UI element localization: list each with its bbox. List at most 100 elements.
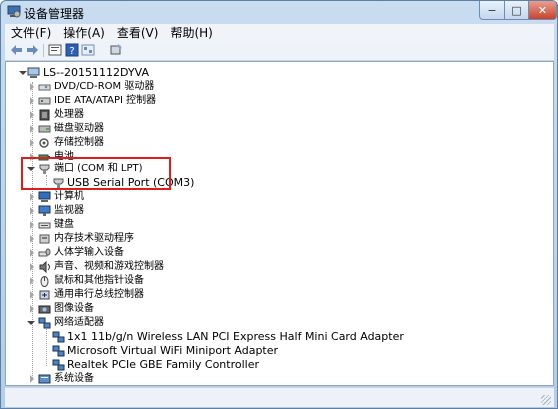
- keyboard-icon: [38, 222, 51, 229]
- expand-arrow-icon[interactable]: [30, 263, 34, 271]
- expand-arrow-icon[interactable]: [30, 305, 34, 313]
- resize-grip-icon[interactable]: [541, 395, 551, 405]
- ide-controller-icon: [38, 97, 51, 105]
- tree-item-monitor[interactable]: 监视器: [6, 204, 546, 218]
- hid-icon: [38, 248, 51, 257]
- menu-file[interactable]: 文件(F): [5, 24, 57, 42]
- tree-item-keyboard[interactable]: 键盘: [6, 218, 546, 232]
- mouse-icon: [40, 276, 49, 287]
- expand-arrow-icon[interactable]: [30, 221, 34, 229]
- expand-arrow-icon[interactable]: [30, 111, 34, 119]
- camera-icon: [38, 305, 51, 314]
- tree-item-label: 鼠标和其他指针设备: [54, 275, 144, 286]
- window-title: 设备管理器: [24, 7, 85, 21]
- collapse-arrow-icon[interactable]: [19, 71, 27, 75]
- menu-help[interactable]: 帮助(H): [164, 24, 218, 42]
- network-adapter-icon: [38, 317, 51, 329]
- tree-item-label: 声音、视频和游戏控制器: [54, 261, 164, 272]
- tree-item-label: 图像设备: [54, 303, 94, 314]
- help-icon[interactable]: ?: [65, 43, 79, 57]
- tree-item-label: 内存技术驱动程序: [54, 233, 134, 244]
- expand-arrow-icon[interactable]: [30, 291, 34, 299]
- properties-icon[interactable]: [48, 43, 62, 57]
- computer-name: LS--20151112DYVA: [43, 66, 149, 79]
- storage-controller-icon: [39, 138, 49, 148]
- tree-item-label: 处理器: [54, 109, 84, 120]
- show-hidden-icon[interactable]: [81, 43, 95, 57]
- back-icon[interactable]: [10, 43, 24, 57]
- expand-arrow-icon[interactable]: [30, 207, 34, 215]
- tree-item-processor[interactable]: 处理器: [6, 108, 546, 122]
- tree-item-dvd[interactable]: DVD/CD-ROM 驱动器: [6, 80, 546, 94]
- device-tree-panel[interactable]: LS--20151112DYVA DVD/CD-ROM 驱动器 IDE ATA/…: [5, 61, 554, 386]
- processor-icon: [39, 109, 50, 121]
- dvd-drive-icon: [38, 84, 51, 91]
- tree-item-system[interactable]: 系统设备: [6, 372, 546, 386]
- monitor-icon: [38, 205, 51, 216]
- disk-drive-icon: [38, 125, 51, 133]
- tree-item-imaging[interactable]: 图像设备: [6, 302, 546, 316]
- tree-item-wireless-adapter[interactable]: 1x1 11b/g/n Wireless LAN PCI Express Hal…: [6, 330, 546, 344]
- tree-item-sound[interactable]: 声音、视频和游戏控制器: [6, 260, 546, 274]
- tree-item-label: 键盘: [54, 219, 74, 230]
- tree-item-label: 系统设备: [54, 373, 94, 384]
- device-label: Realtek PCIe GBE Family Controller: [67, 358, 260, 371]
- memory-card-icon: [39, 234, 50, 244]
- tree-item-virtual-wifi[interactable]: Microsoft Virtual WiFi Miniport Adapter: [6, 344, 546, 358]
- status-bar: [5, 387, 554, 407]
- toolbar-separator: [43, 44, 44, 57]
- tree-item-network[interactable]: 网络适配器: [6, 316, 546, 330]
- menu-bar: 文件(F) 操作(A) 查看(V) 帮助(H): [5, 24, 554, 42]
- expand-arrow-icon[interactable]: [30, 235, 34, 243]
- computer-icon: [27, 67, 40, 78]
- device-label: Microsoft Virtual WiFi Miniport Adapter: [67, 344, 279, 357]
- tree-item-usb-controllers[interactable]: 通用串行总线控制器: [6, 288, 546, 302]
- network-adapter-icon: [52, 345, 65, 357]
- close-button[interactable]: ✕: [528, 1, 557, 20]
- title-bar: 设备管理器 − □ ✕: [1, 1, 557, 23]
- tree-root[interactable]: LS--20151112DYVA: [6, 66, 546, 80]
- menu-action[interactable]: 操作(A): [57, 24, 111, 42]
- tree-item-label: 网络适配器: [54, 317, 104, 328]
- expand-arrow-icon[interactable]: [30, 193, 34, 201]
- svg-text:?: ?: [69, 46, 74, 57]
- expand-arrow-icon[interactable]: [30, 249, 34, 257]
- menu-view[interactable]: 查看(V): [111, 24, 165, 42]
- tree-item-memory-tech[interactable]: 内存技术驱动程序: [6, 232, 546, 246]
- tree-item-label: 人体学输入设备: [54, 247, 124, 258]
- device-label: 1x1 11b/g/n Wireless LAN PCI Express Hal…: [67, 330, 404, 343]
- speaker-icon: [39, 261, 50, 273]
- usb-icon: [39, 290, 50, 300]
- tree-item-computer[interactable]: 计算机: [6, 190, 546, 204]
- tree-item-realtek[interactable]: Realtek PCIe GBE Family Controller: [6, 358, 546, 372]
- computer-icon: [38, 191, 51, 202]
- tree-item-label: DVD/CD-ROM 驱动器: [54, 81, 155, 92]
- tree-item-label: IDE ATA/ATAPI 控制器: [54, 95, 157, 106]
- collapse-arrow-icon[interactable]: [27, 321, 35, 325]
- tree-item-disk[interactable]: 磁盘驱动器: [6, 122, 546, 136]
- toolbar: ?: [5, 42, 554, 61]
- device-manager-icon: [7, 5, 21, 18]
- expand-arrow-icon[interactable]: [30, 277, 34, 285]
- expand-arrow-icon[interactable]: [30, 375, 34, 383]
- highlight-box: [21, 157, 171, 190]
- tree-item-label: 磁盘驱动器: [54, 123, 104, 134]
- expand-arrow-icon[interactable]: [30, 139, 34, 147]
- tree-item-label: 通用串行总线控制器: [54, 289, 144, 300]
- network-adapter-icon: [52, 331, 65, 343]
- forward-icon[interactable]: [25, 43, 39, 57]
- minimize-button[interactable]: −: [479, 1, 505, 20]
- system-device-icon: [38, 374, 51, 384]
- device-manager-window: 设备管理器 − □ ✕ 文件(F) 操作(A) 查看(V) 帮助(H) ? LS…: [0, 0, 558, 409]
- tree-item-label: 计算机: [54, 191, 84, 202]
- expand-arrow-icon[interactable]: [30, 97, 34, 105]
- tree-item-mouse[interactable]: 鼠标和其他指针设备: [6, 274, 546, 288]
- tree-item-label: 监视器: [54, 205, 84, 216]
- tree-item-storage[interactable]: 存储控制器: [6, 136, 546, 150]
- maximize-button[interactable]: □: [504, 1, 529, 20]
- tree-item-ide[interactable]: IDE ATA/ATAPI 控制器: [6, 94, 546, 108]
- expand-arrow-icon[interactable]: [30, 125, 34, 133]
- driver-icon[interactable]: [109, 43, 123, 57]
- tree-item-hid[interactable]: 人体学输入设备: [6, 246, 546, 260]
- expand-arrow-icon[interactable]: [30, 83, 34, 91]
